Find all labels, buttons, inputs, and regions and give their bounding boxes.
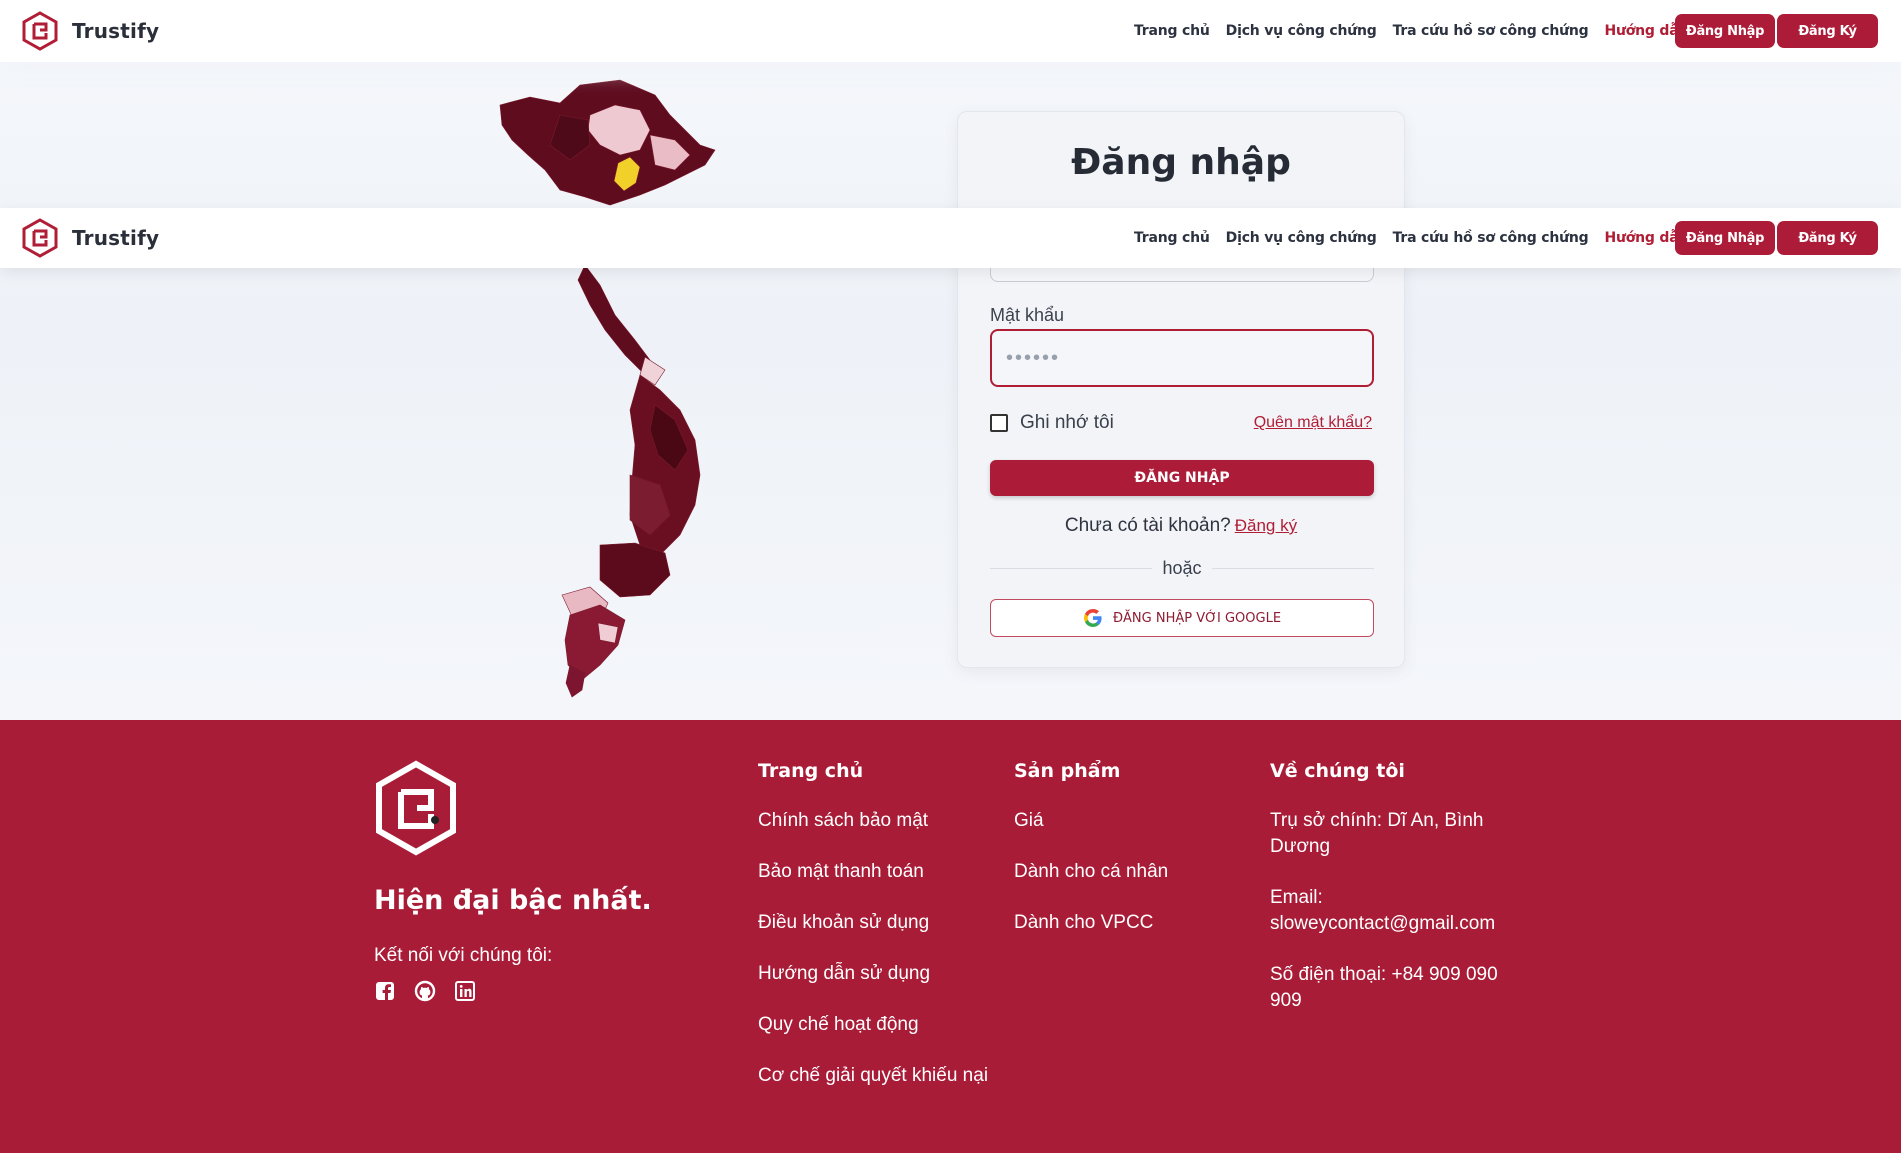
header-login-button[interactable]: Đăng Nhập xyxy=(1675,14,1775,48)
nav-lookup[interactable]: Tra cứu hồ sơ công chứng xyxy=(1393,230,1589,246)
footer-logo-icon xyxy=(376,760,456,856)
nav-services[interactable]: Dịch vụ công chứng xyxy=(1226,230,1377,246)
google-login-label: ĐĂNG NHẬP VỚI GOOGLE xyxy=(1112,610,1282,626)
footer-column-home: Trang chủ Chính sách bảo mật Bảo mật tha… xyxy=(758,760,1008,1114)
trustify-logo-icon xyxy=(22,11,58,51)
or-divider: hoặc xyxy=(990,557,1375,578)
register-link[interactable]: Đăng ký xyxy=(1235,516,1297,535)
footer: Hiện đại bậc nhất. Kết nối với chúng tôi… xyxy=(0,720,1901,1153)
footer-column-title: Trang chủ xyxy=(758,760,864,782)
nav-home[interactable]: Trang chủ xyxy=(1134,23,1210,39)
password-label: Mật khẩu xyxy=(990,305,1065,325)
footer-link[interactable]: Điều khoản sử dụng xyxy=(758,910,1008,936)
footer-link[interactable]: Cơ chế giải quyết khiếu nại xyxy=(758,1063,1008,1089)
facebook-icon[interactable] xyxy=(374,980,396,1002)
auth-buttons: Đăng Nhập Đăng Ký xyxy=(1675,221,1878,255)
main-nav: Trang chủ Dịch vụ công chứng Tra cứu hồ … xyxy=(1134,23,1688,39)
login-card: Đăng nhập Mật khẩu •••••• Ghi nhớ tôi Qu… xyxy=(957,111,1405,668)
divider-line xyxy=(1211,567,1375,569)
header-register-button[interactable]: Đăng Ký xyxy=(1777,221,1878,255)
sticky-navbar: Trustify Trang chủ Dịch vụ công chứng Tr… xyxy=(0,208,1901,268)
remember-label: Ghi nhớ tôi xyxy=(1020,412,1114,433)
nav-lookup[interactable]: Tra cứu hồ sơ công chứng xyxy=(1393,23,1589,39)
main-nav: Trang chủ Dịch vụ công chứng Tra cứu hồ … xyxy=(1134,230,1688,246)
footer-link[interactable]: Giá xyxy=(1014,808,1254,834)
brand-name: Trustify xyxy=(72,226,160,250)
login-title: Đăng nhập xyxy=(1071,142,1291,183)
footer-link[interactable]: Dành cho cá nhân xyxy=(1014,859,1254,885)
or-text: hoặc xyxy=(1162,557,1202,578)
footer-connect-label: Kết nối với chúng tôi: xyxy=(374,945,553,966)
trustify-logo-icon xyxy=(22,218,58,258)
linkedin-icon[interactable] xyxy=(454,980,476,1002)
map-region-south-east xyxy=(599,542,671,598)
auth-buttons: Đăng Nhập Đăng Ký xyxy=(1675,14,1878,48)
footer-link[interactable]: Bảo mật thanh toán xyxy=(758,859,1008,885)
nav-services[interactable]: Dịch vụ công chứng xyxy=(1226,23,1377,39)
brand[interactable]: Trustify xyxy=(22,218,159,258)
brand-name: Trustify xyxy=(72,19,160,43)
social-links xyxy=(374,980,476,1002)
password-field[interactable]: •••••• xyxy=(990,329,1374,387)
header-login-button[interactable]: Đăng Nhập xyxy=(1675,221,1775,255)
footer-tagline: Hiện đại bậc nhất. xyxy=(374,885,652,916)
google-icon xyxy=(1083,609,1102,627)
remember-checkbox[interactable] xyxy=(990,414,1008,432)
footer-phone: Số điện thoại: +84 909 090 909 xyxy=(1270,964,1498,1011)
nav-home[interactable]: Trang chủ xyxy=(1134,230,1210,246)
footer-email: Email: sloweycontact@gmail.com xyxy=(1270,887,1496,934)
footer-link[interactable]: Chính sách bảo mật xyxy=(758,808,1008,834)
github-icon[interactable] xyxy=(414,980,436,1002)
footer-column-title: Sản phẩm xyxy=(1014,760,1121,782)
no-account-row: Chưa có tài khoản? Đăng ký xyxy=(958,515,1404,537)
footer-column-products: Sản phẩm Giá Dành cho cá nhân Dành cho V… xyxy=(1014,760,1254,961)
login-submit-button[interactable]: ĐĂNG NHẬP xyxy=(990,460,1374,496)
footer-column-about: Về chúng tôi Trụ sở chính: Dĩ An, Bình D… xyxy=(1270,760,1530,1039)
brand[interactable]: Trustify xyxy=(22,11,159,51)
footer-link[interactable]: Hướng dẫn sử dụng xyxy=(758,961,1008,987)
footer-link[interactable]: Quy chế hoạt động xyxy=(758,1012,1008,1038)
no-account-text: Chưa có tài khoản? xyxy=(1064,515,1231,536)
map-region-north-central xyxy=(577,264,651,376)
header-register-button[interactable]: Đăng Ký xyxy=(1777,14,1878,48)
forgot-password-link[interactable]: Quên mật khẩu? xyxy=(1254,414,1372,432)
footer-address: Trụ sở chính: Dĩ An, Bình Dương xyxy=(1270,810,1484,857)
google-login-button[interactable]: ĐĂNG NHẬP VỚI GOOGLE xyxy=(990,599,1374,637)
divider-line xyxy=(990,567,1153,569)
footer-link[interactable]: Dành cho VPCC xyxy=(1014,910,1254,936)
top-navbar: Trustify Trang chủ Dịch vụ công chứng Tr… xyxy=(0,0,1901,62)
vietnam-map xyxy=(499,79,716,698)
hero-section xyxy=(0,0,1901,720)
footer-column-title: Về chúng tôi xyxy=(1270,760,1405,782)
